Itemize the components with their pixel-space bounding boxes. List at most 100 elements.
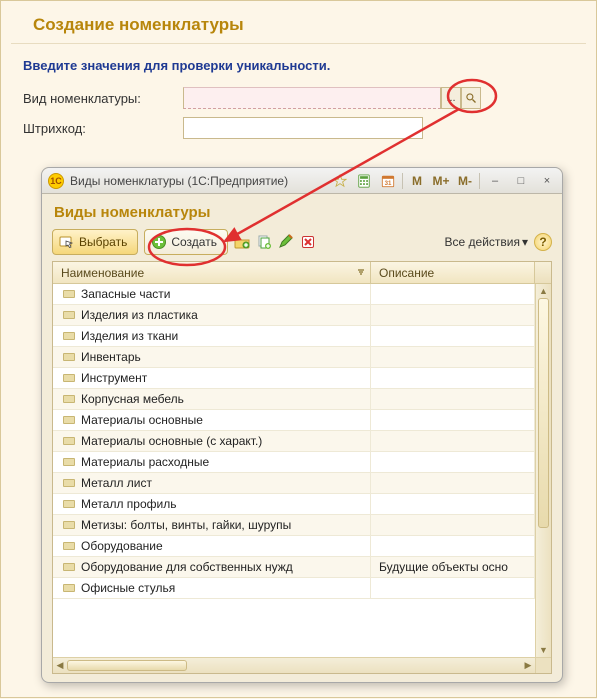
- nomenclature-choose-button[interactable]: ...: [441, 87, 461, 109]
- row-name-cell: Металл лист: [81, 476, 152, 490]
- row-desc-cell: [371, 326, 535, 347]
- row-item-icon: [63, 332, 75, 340]
- table-row[interactable]: Запасные части: [53, 284, 535, 305]
- row-item-icon: [63, 458, 75, 466]
- vertical-scrollbar[interactable]: ▲ ▼: [535, 284, 551, 657]
- app-icon: 1C: [48, 173, 64, 189]
- all-actions-button[interactable]: Все действия ▾: [445, 235, 529, 249]
- table-row[interactable]: Оборудование: [53, 536, 535, 557]
- delete-icon[interactable]: [300, 234, 316, 250]
- row-item-icon: [63, 437, 75, 445]
- scroll-right-icon[interactable]: ▶: [521, 660, 535, 671]
- memory-mminus-button[interactable]: M-: [455, 172, 475, 190]
- nomenclature-type-label: Вид номенклатуры:: [23, 91, 183, 106]
- table-row[interactable]: Материалы основные: [53, 410, 535, 431]
- row-item-icon: [63, 311, 75, 319]
- create-button-label: Создать: [171, 235, 217, 249]
- table-row[interactable]: Металл профиль: [53, 494, 535, 515]
- hscroll-thumb[interactable]: [67, 660, 187, 671]
- table-row[interactable]: Изделия из пластика: [53, 305, 535, 326]
- popup-heading: Виды номенклатуры: [54, 204, 552, 221]
- row-desc-cell: Будущие объекты осно: [371, 557, 535, 578]
- column-header-desc-label: Описание: [379, 266, 434, 280]
- nomenclature-search-button[interactable]: [461, 87, 481, 109]
- row-name-cell: Материалы расходные: [81, 455, 209, 469]
- dropdown-icon: ▾: [522, 235, 528, 249]
- row-desc-cell: [371, 368, 535, 389]
- scroll-corner: [535, 658, 551, 673]
- row-desc-cell: [371, 431, 535, 452]
- page-title: Создание номенклатуры: [11, 1, 586, 44]
- row-name-cell: Изделия из ткани: [81, 329, 178, 343]
- popup-titlebar[interactable]: 1C Виды номенклатуры (1С:Предприятие) 31…: [42, 168, 562, 194]
- row-name-cell: Инструмент: [81, 371, 147, 385]
- scroll-down-icon[interactable]: ▼: [536, 643, 551, 657]
- table-row[interactable]: Материалы расходные: [53, 452, 535, 473]
- row-desc-cell: [371, 473, 535, 494]
- row-name-cell: Оборудование: [81, 539, 163, 553]
- row-name-cell: Материалы основные: [81, 413, 203, 427]
- row-name-cell: Материалы основные (с характ.): [81, 434, 262, 448]
- table-row[interactable]: Металл лист: [53, 473, 535, 494]
- table-row[interactable]: Оборудование для собственных нужд Будущие…: [53, 557, 535, 578]
- table-row[interactable]: Инструмент: [53, 368, 535, 389]
- table-row[interactable]: Инвентарь: [53, 347, 535, 368]
- row-desc-cell: [371, 347, 535, 368]
- row-name-cell: Запасные части: [81, 287, 170, 301]
- row-desc-cell: [371, 515, 535, 536]
- titlebar-separator: [479, 173, 480, 189]
- calendar-icon[interactable]: 31: [378, 172, 398, 190]
- column-header-desc[interactable]: Описание: [371, 262, 535, 283]
- row-name-cell: Изделия из пластика: [81, 308, 198, 322]
- row-name-cell: Металл профиль: [81, 497, 176, 511]
- memory-mplus-button[interactable]: M+: [431, 172, 451, 190]
- favorite-icon[interactable]: [330, 172, 350, 190]
- close-button[interactable]: ×: [536, 172, 558, 190]
- table-row[interactable]: Корпусная мебель: [53, 389, 535, 410]
- minimize-button[interactable]: –: [484, 172, 506, 190]
- row-item-icon: [63, 500, 75, 508]
- scroll-thumb[interactable]: [538, 298, 549, 528]
- edit-icon[interactable]: [278, 234, 294, 250]
- scroll-header-corner: [535, 262, 551, 283]
- select-button[interactable]: Выбрать: [52, 229, 138, 255]
- table-row[interactable]: Материалы основные (с характ.): [53, 431, 535, 452]
- column-header-name-label: Наименование: [61, 266, 144, 280]
- table-row[interactable]: Изделия из ткани: [53, 326, 535, 347]
- calculator-icon[interactable]: [354, 172, 374, 190]
- memory-m-button[interactable]: M: [407, 172, 427, 190]
- copy-icon[interactable]: [256, 234, 272, 250]
- row-item-icon: [63, 290, 75, 298]
- help-button[interactable]: ?: [534, 233, 552, 251]
- row-item-icon: [63, 374, 75, 382]
- plus-circle-icon: [151, 234, 167, 250]
- table-row[interactable]: Метизы: болты, винты, гайки, шурупы: [53, 515, 535, 536]
- titlebar-separator: [402, 173, 403, 189]
- row-desc-cell: [371, 452, 535, 473]
- horizontal-scrollbar[interactable]: ◀ ▶: [53, 657, 551, 673]
- row-name-cell: Инвентарь: [81, 350, 141, 364]
- column-header-name[interactable]: Наименование: [53, 262, 371, 283]
- row-desc-cell: [371, 284, 535, 305]
- row-desc-cell: [371, 536, 535, 557]
- folder-add-icon[interactable]: [234, 234, 250, 250]
- maximize-button[interactable]: □: [510, 172, 532, 190]
- table-row[interactable]: Офисные стулья: [53, 578, 535, 599]
- cursor-select-icon: [59, 234, 75, 250]
- row-item-icon: [63, 521, 75, 529]
- nomenclature-type-input[interactable]: [183, 87, 441, 109]
- row-item-icon: [63, 395, 75, 403]
- scroll-up-icon[interactable]: ▲: [536, 284, 551, 298]
- row-desc-cell: [371, 410, 535, 431]
- barcode-label: Штрихкод:: [23, 121, 183, 136]
- all-actions-label: Все действия: [445, 235, 520, 249]
- instruction-text: Введите значения для проверки уникальнос…: [23, 58, 596, 73]
- create-button[interactable]: Создать: [144, 229, 228, 255]
- popup-toolbar: Выбрать Создать Все действия ▾: [52, 229, 552, 255]
- row-item-icon: [63, 584, 75, 592]
- row-item-icon: [63, 563, 75, 571]
- nomenclature-types-popup: 1C Виды номенклатуры (1С:Предприятие) 31…: [41, 167, 563, 683]
- scroll-left-icon[interactable]: ◀: [53, 660, 67, 671]
- barcode-input[interactable]: [183, 117, 423, 139]
- row-name-cell: Оборудование для собственных нужд: [81, 560, 293, 574]
